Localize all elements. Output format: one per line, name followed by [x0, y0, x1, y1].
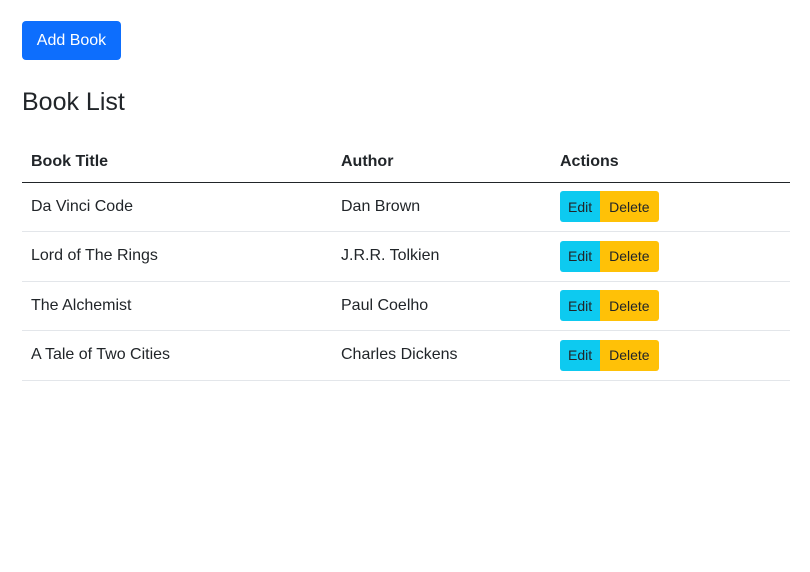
actions-cell: Edit Delete [557, 330, 790, 381]
delete-button[interactable]: Delete [600, 191, 659, 223]
column-header-author: Author [332, 142, 557, 183]
row-actions: Edit Delete [560, 191, 659, 223]
author-cell: Dan Brown [332, 182, 557, 232]
edit-button[interactable]: Edit [560, 240, 601, 272]
actions-cell: Edit Delete [557, 182, 790, 232]
page-title: Book List [22, 88, 125, 116]
row-actions: Edit Delete [560, 339, 659, 371]
table-row: The Alchemist Paul Coelho Edit Delete [22, 281, 790, 331]
column-header-actions: Actions [557, 142, 790, 183]
edit-button[interactable]: Edit [560, 191, 601, 223]
table-row: Da Vinci Code Dan Brown Edit Delete [22, 182, 790, 232]
table-header-row: Book Title Author Actions [22, 142, 790, 183]
table-header: Book Title Author Actions [22, 142, 790, 183]
edit-button[interactable]: Edit [560, 290, 601, 322]
author-cell: J.R.R. Tolkien [332, 231, 557, 282]
actions-cell: Edit Delete [557, 231, 790, 282]
author-cell: Charles Dickens [332, 330, 557, 381]
table-body: Da Vinci Code Dan Brown Edit Delete Lord… [22, 182, 790, 381]
book-title-cell: The Alchemist [22, 281, 332, 331]
edit-button[interactable]: Edit [560, 339, 601, 371]
book-table: Book Title Author Actions Da Vinci Code … [22, 142, 790, 381]
delete-button[interactable]: Delete [600, 240, 659, 272]
row-actions: Edit Delete [560, 290, 659, 322]
column-header-book-title: Book Title [22, 142, 332, 183]
actions-cell: Edit Delete [557, 281, 790, 331]
table-row: A Tale of Two Cities Charles Dickens Edi… [22, 330, 790, 381]
table-row: Lord of The Rings J.R.R. Tolkien Edit De… [22, 231, 790, 282]
row-actions: Edit Delete [560, 240, 659, 272]
delete-button[interactable]: Delete [600, 339, 659, 371]
book-title-cell: Lord of The Rings [22, 231, 332, 282]
add-book-button[interactable]: Add Book [22, 21, 121, 60]
delete-button[interactable]: Delete [600, 290, 659, 322]
book-title-cell: Da Vinci Code [22, 182, 332, 232]
author-cell: Paul Coelho [332, 281, 557, 331]
book-title-cell: A Tale of Two Cities [22, 330, 332, 381]
